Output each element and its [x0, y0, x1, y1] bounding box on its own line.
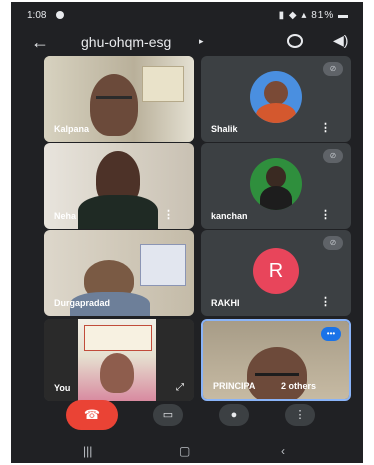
camera-switch-icon[interactable] [287, 34, 303, 48]
kebab-menu-icon[interactable]: ⋮ [320, 121, 331, 134]
avatar-body [260, 186, 292, 211]
speaking-indicator-icon: ••• [321, 327, 341, 341]
avatar-photo [264, 81, 288, 106]
more-icon[interactable]: ⋮ [285, 404, 315, 426]
avatar [250, 158, 302, 211]
recents-icon[interactable]: ||| [83, 444, 92, 458]
expand-icon[interactable]: ⤢ [176, 382, 184, 393]
participant-name: Kalpana [54, 124, 90, 134]
video-icon[interactable]: ▭ [153, 404, 183, 426]
participant-name: kanchan [211, 211, 248, 221]
participant-tile-rakhi[interactable]: ⊘ R RAKHI ⋮ [201, 230, 351, 316]
back-arrow-icon[interactable]: ← [31, 32, 49, 53]
avatar [250, 71, 302, 124]
wall-poster [142, 66, 184, 102]
participant-tile-you[interactable]: You ⤢ [44, 319, 194, 401]
banner-text [84, 325, 152, 351]
participant-video [90, 74, 138, 136]
glasses [96, 90, 132, 99]
participant-tile-kalpana[interactable]: Kalpana [44, 56, 194, 142]
mic-icon[interactable]: ● [219, 404, 249, 426]
participant-name: Durgapradad [54, 298, 111, 308]
mic-off-icon: ⊘ [323, 236, 343, 250]
participant-tile-principal[interactable]: ••• PRINCIPA 2 others [201, 319, 351, 401]
participant-tile-kanchan[interactable]: ⊘ kanchan ⋮ [201, 143, 351, 229]
participant-tile-neha[interactable]: Neha ⋮ [44, 143, 194, 229]
glasses [255, 365, 299, 376]
chevron-right-icon[interactable]: ▸ [199, 36, 204, 47]
participant-name: PRINCIPA [213, 381, 256, 391]
participant-tile-durgapradad[interactable]: Durgapradad [44, 230, 194, 316]
kebab-menu-icon[interactable]: ⋮ [320, 208, 331, 221]
participant-name: Neha [54, 211, 77, 221]
notification-icon [56, 11, 64, 19]
avatar-shirt [256, 103, 296, 124]
meeting-top-bar: ← ghu-ohqm-esg ▸ ◀) [11, 28, 363, 58]
mic-off-icon: ⊘ [323, 62, 343, 76]
participant-name: Shalik [211, 124, 238, 134]
meeting-title[interactable]: ghu-ohqm-esg [81, 34, 171, 50]
home-icon[interactable]: ▢ [179, 444, 190, 458]
participant-tile-shalik[interactable]: ⊘ Shalik ⋮ [201, 56, 351, 142]
others-label: 2 others [281, 381, 317, 391]
android-nav-bar: ||| ▢ ‹ [11, 438, 363, 463]
kebab-menu-icon[interactable]: ⋮ [320, 295, 331, 308]
wall-poster [140, 244, 186, 286]
call-controls: ☎ ▭ ● ⋮ [11, 400, 363, 436]
battery-status: ▮ ◆ ▴ 81% ▬ [278, 10, 349, 21]
avatar-photo [266, 166, 286, 189]
participant-name: You [54, 383, 71, 393]
avatar-initial: R [268, 260, 284, 283]
back-icon[interactable]: ‹ [281, 444, 285, 458]
status-bar: 1:08 ▮ ◆ ▴ 81% ▬ [11, 2, 363, 28]
participant-name: RAKHI [211, 298, 240, 308]
battery-percent: 81% [311, 10, 335, 21]
mic-off-icon: ⊘ [323, 149, 343, 163]
participant-body [78, 195, 158, 229]
status-time: 1:08 [27, 10, 47, 21]
participant-video [100, 353, 134, 393]
avatar: R [253, 248, 299, 295]
kebab-menu-icon[interactable]: ⋮ [163, 208, 174, 221]
speaker-icon[interactable]: ◀) [333, 32, 348, 49]
phone-screen: 1:08 ▮ ◆ ▴ 81% ▬ ← ghu-ohqm-esg ▸ ◀) Kal… [11, 2, 363, 463]
hangup-icon[interactable]: ☎ [66, 400, 118, 430]
